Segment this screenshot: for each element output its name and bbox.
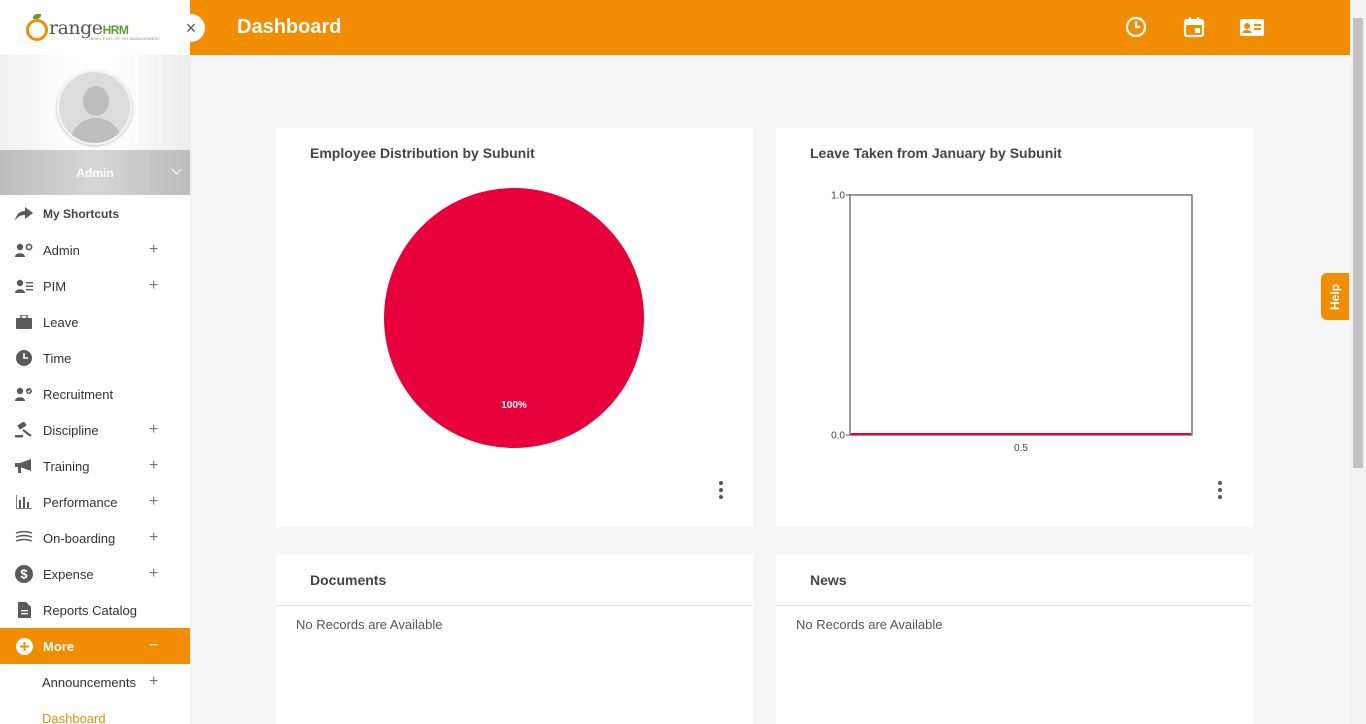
empty-state-text: No Records are Available [296,617,443,632]
leave-taken-widget: Leave Taken from January by Subunit 0.0 1… [776,128,1253,527]
x-tick-label: 0.5 [1014,443,1028,454]
sidebar-subitem-dashboard[interactable]: Dashboard [0,700,190,724]
chevron-down-icon [171,164,182,175]
employee-distribution-pie-chart: 100% [384,188,644,448]
logo-orange-icon [26,13,48,41]
sidebar-item-label: Discipline [43,422,99,438]
avatar [57,70,132,145]
sidebar-item-time[interactable]: Time [0,340,190,376]
sidebar-item-admin[interactable]: Admin + [0,232,190,268]
sidebar-item-label: Announcements [42,674,136,690]
page-title: Dashboard [237,16,342,38]
sidebar-item-training[interactable]: Training + [0,448,190,484]
sidebar-item-onboarding[interactable]: On-boarding + [0,520,190,556]
collapse-minus-icon[interactable]: − [149,637,158,655]
expand-plus-icon[interactable]: + [149,493,158,511]
sidebar-item-label: Performance [43,494,118,510]
expand-plus-icon[interactable]: + [149,457,158,475]
help-label: Help [1327,283,1342,310]
empty-state-text: No Records are Available [796,617,943,632]
sidebar-menu: My Shortcuts Admin + PIM + Leave Time Re… [0,196,190,724]
sidebar-subitem-announcements[interactable]: Announcements + [0,664,190,700]
bar-chart-icon [15,494,33,510]
sidebar-item-leave[interactable]: Leave [0,304,190,340]
y-tick-label: 0.0 [831,431,845,442]
sidebar-item-label: Recruitment [43,386,114,402]
widget-title: Leave Taken from January by Subunit [810,145,1062,161]
sidebar-item-label: On-boarding [43,530,116,546]
news-widget: News No Records are Available [776,555,1253,724]
sidebar-item-label: Training [43,458,90,474]
employee-distribution-widget: Employee Distribution by Subunit 100% [276,128,753,527]
sidebar-item-label: Time [43,350,72,366]
widget-divider [776,605,1253,606]
sidebar-item-discipline[interactable]: Discipline + [0,412,190,448]
sidebar-item-reports-catalog[interactable]: Reports Catalog [0,592,190,628]
sidebar-item-my-shortcuts[interactable]: My Shortcuts [0,196,190,232]
layers-icon [15,530,33,546]
sidebar-item-expense[interactable]: $ Expense + [0,556,190,592]
close-icon: × [185,17,197,38]
widget-title: Employee Distribution by Subunit [310,145,535,161]
document-icon [15,602,33,618]
contact-card-icon[interactable] [1239,16,1267,40]
user-profile-panel: Admin [0,55,190,195]
user-list-icon [15,278,33,294]
scrollbar-thumb[interactable] [1353,18,1363,468]
expand-plus-icon[interactable]: + [149,673,158,691]
pie-slice-label: 100% [501,400,527,411]
svg-text:$: $ [20,567,28,582]
expand-plus-icon[interactable]: + [149,529,158,547]
widget-options-kebab-icon[interactable] [718,481,724,499]
help-button[interactable]: Help [1321,273,1349,320]
user-name: Admin [76,165,114,180]
documents-widget: Documents No Records are Available [276,555,753,724]
expand-plus-icon[interactable]: + [149,565,158,583]
calendar-icon[interactable] [1183,16,1207,40]
megaphone-icon [15,458,33,474]
sidebar-item-label: Leave [43,314,79,330]
user-cog-icon [15,242,33,258]
sidebar-item-more[interactable]: More − [0,628,190,664]
orangehrm-logo[interactable]: rangeHRM NEW LEVEL OF HR MANAGEMENT [0,0,190,55]
expand-plus-icon[interactable]: + [149,421,158,439]
sidebar-item-label: More [43,638,75,654]
share-arrow-icon [15,206,33,222]
sidebar-item-label: Dashboard [42,710,106,724]
page-scrollbar[interactable] [1350,0,1366,724]
clock-icon[interactable] [1125,16,1149,40]
widget-options-kebab-icon[interactable] [1217,481,1223,499]
briefcase-icon [15,314,33,330]
chart-plot-frame [849,194,1193,436]
sidebar-item-label: My Shortcuts [43,207,120,221]
sidebar-item-label: Reports Catalog [43,602,137,618]
close-sidebar-button[interactable]: × [177,14,205,42]
gavel-icon [15,422,33,438]
widget-title: Documents [310,572,387,588]
sidebar: rangeHRM NEW LEVEL OF HR MANAGEMENT Admi… [0,0,190,724]
widget-title: News [810,572,847,588]
sidebar-item-recruitment[interactable]: Recruitment [0,376,190,412]
sidebar-item-pim[interactable]: PIM + [0,268,190,304]
widget-divider [276,605,753,606]
leave-taken-bar-chart: 0.0 1.0 0.5 [831,191,1193,454]
sidebar-item-label: Admin [43,242,80,258]
expand-plus-icon[interactable]: + [149,277,158,295]
top-header: Dashboard [190,0,1350,55]
sidebar-item-label: Expense [43,566,94,582]
dollar-icon: $ [15,565,33,583]
sidebar-item-performance[interactable]: Performance + [0,484,190,520]
sidebar-item-label: PIM [43,278,67,294]
user-menu-toggle[interactable]: Admin [0,150,190,195]
user-check-icon [15,386,33,402]
clock-icon [15,350,33,366]
expand-plus-icon[interactable]: + [149,241,158,259]
plus-circle-icon [15,637,33,655]
logo-tagline: NEW LEVEL OF HR MANAGEMENT [89,36,161,41]
y-tick-label: 1.0 [831,191,845,202]
